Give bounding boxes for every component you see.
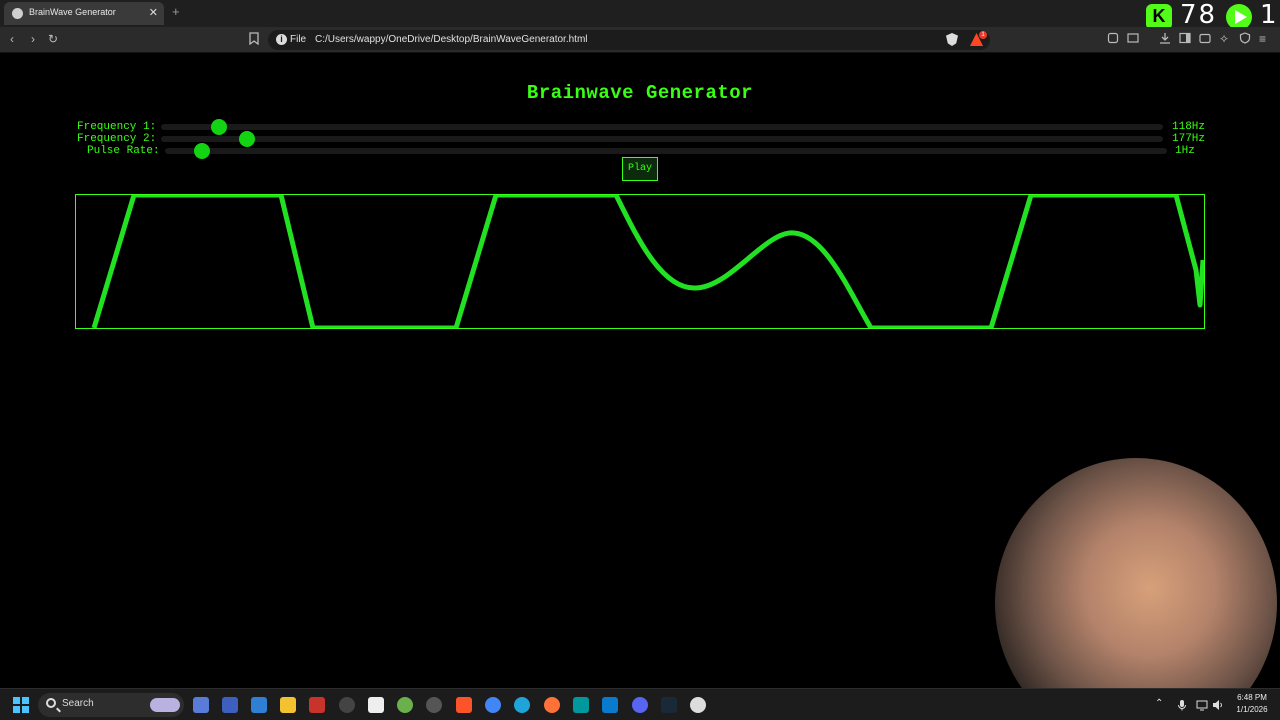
rewards-badge: 1	[979, 31, 987, 39]
leo-ai-icon[interactable]: ✧	[1219, 32, 1229, 46]
pulse-rate-value: 1Hz	[1175, 145, 1195, 157]
clock-date[interactable]: 1/1/2026	[1228, 705, 1276, 714]
speedometer-app-icon[interactable]	[339, 697, 355, 713]
search-highlight-icon	[150, 698, 180, 712]
pulse-rate-slider[interactable]	[165, 143, 1167, 159]
taskbar: Search ⌃ 6:48 PM 1/1/2026	[0, 688, 1280, 720]
play-button[interactable]: Play	[622, 157, 658, 181]
kick-letter: K	[1152, 6, 1166, 26]
forward-icon[interactable]: ›	[31, 32, 35, 46]
face-app-icon[interactable]	[690, 697, 706, 713]
address-bar[interactable]: i File C:/Users/wappy/OneDrive/Desktop/B…	[268, 30, 990, 50]
url-text[interactable]: C:/Users/wappy/OneDrive/Desktop/BrainWav…	[315, 34, 588, 45]
vscode-icon[interactable]	[602, 697, 618, 713]
extensions-icon[interactable]	[1107, 32, 1119, 47]
settings-app-icon[interactable]	[426, 697, 442, 713]
url-scheme-label: File	[290, 34, 307, 45]
windows-start-icon[interactable]	[13, 697, 29, 713]
pulse-rate-label: Pulse Rate:	[87, 145, 160, 157]
volume-icon[interactable]	[1212, 698, 1224, 710]
arduino-icon[interactable]	[573, 697, 589, 713]
network-app-icon[interactable]	[193, 697, 209, 713]
globe-icon	[12, 8, 23, 19]
waveform-canvas	[75, 192, 1206, 331]
download-icon[interactable]	[1159, 32, 1171, 47]
webcam-overlay	[995, 458, 1277, 720]
frequency-2-value: 177Hz	[1172, 133, 1206, 145]
chrome-icon[interactable]	[485, 697, 501, 713]
frequency-2-slider[interactable]	[161, 131, 1163, 147]
pulse-rate-thumb[interactable]	[194, 143, 211, 159]
file-explorer-icon[interactable]	[280, 697, 296, 713]
vpn-shield-icon[interactable]	[1239, 32, 1251, 47]
user-app-icon[interactable]	[222, 697, 238, 713]
waveform-line	[91, 192, 1206, 331]
video-app-icon[interactable]	[309, 697, 325, 713]
capcut-icon[interactable]	[368, 697, 384, 713]
search-icon	[46, 698, 56, 708]
brave-browser-icon[interactable]	[456, 697, 472, 713]
discord-icon[interactable]	[632, 697, 648, 713]
screenshot-icon[interactable]	[1127, 32, 1139, 47]
wallet-icon[interactable]	[1199, 32, 1211, 47]
frequency-2-row: Frequency 2: 177Hz	[0, 131, 1280, 147]
sidebar-icon[interactable]	[1179, 32, 1191, 47]
network-icon[interactable]	[1196, 698, 1208, 711]
pulse-rate-row: Pulse Rate: 1Hz	[0, 143, 1280, 159]
tab-brainwave[interactable]: BrainWave Generator ✕	[4, 2, 164, 25]
tray-overflow-icon[interactable]: ⌃	[1155, 698, 1163, 709]
steam-icon[interactable]	[661, 697, 677, 713]
reload-icon[interactable]: ↻	[48, 32, 58, 46]
firefox-icon[interactable]	[544, 697, 560, 713]
tab-title: BrainWave Generator	[29, 7, 116, 17]
kick-viewer-count: 78	[1180, 0, 1218, 30]
tab-bar: BrainWave Generator ✕ + K 78 1	[0, 0, 1280, 30]
browser-toolbar: ‹ › ↻ i File C:/Users/wappy/OneDrive/Des…	[0, 27, 1280, 53]
close-tab-icon[interactable]: ✕	[149, 6, 158, 19]
r-app-icon[interactable]	[251, 697, 267, 713]
page-title: Brainwave Generator	[526, 82, 754, 104]
search-label: Search	[62, 698, 94, 709]
new-tab-button[interactable]: +	[172, 4, 180, 19]
frequency-1-value: 118Hz	[1172, 121, 1206, 133]
waveform-svg	[91, 192, 1206, 331]
microphone-icon[interactable]	[1176, 698, 1188, 711]
play-viewer-count: 1	[1260, 0, 1277, 30]
frequency-1-slider[interactable]	[161, 119, 1163, 135]
bookmark-icon[interactable]	[249, 32, 259, 48]
frequency-1-row: Frequency 1: 118Hz	[0, 119, 1280, 135]
menu-icon[interactable]: ≡	[1259, 32, 1266, 46]
shield-app-icon[interactable]	[397, 697, 413, 713]
brave-shield-icon[interactable]	[946, 33, 958, 46]
back-icon[interactable]: ‹	[10, 32, 14, 46]
frequency-1-label: Frequency 1:	[77, 121, 157, 133]
edge-icon[interactable]	[514, 697, 530, 713]
frequency-2-label: Frequency 2:	[77, 133, 157, 145]
page-content: Brainwave Generator Frequency 1: 118Hz F…	[0, 54, 1280, 720]
taskbar-search[interactable]: Search	[38, 693, 184, 717]
clock-time[interactable]: 6:48 PM	[1228, 693, 1276, 702]
info-icon[interactable]: i	[276, 34, 287, 45]
